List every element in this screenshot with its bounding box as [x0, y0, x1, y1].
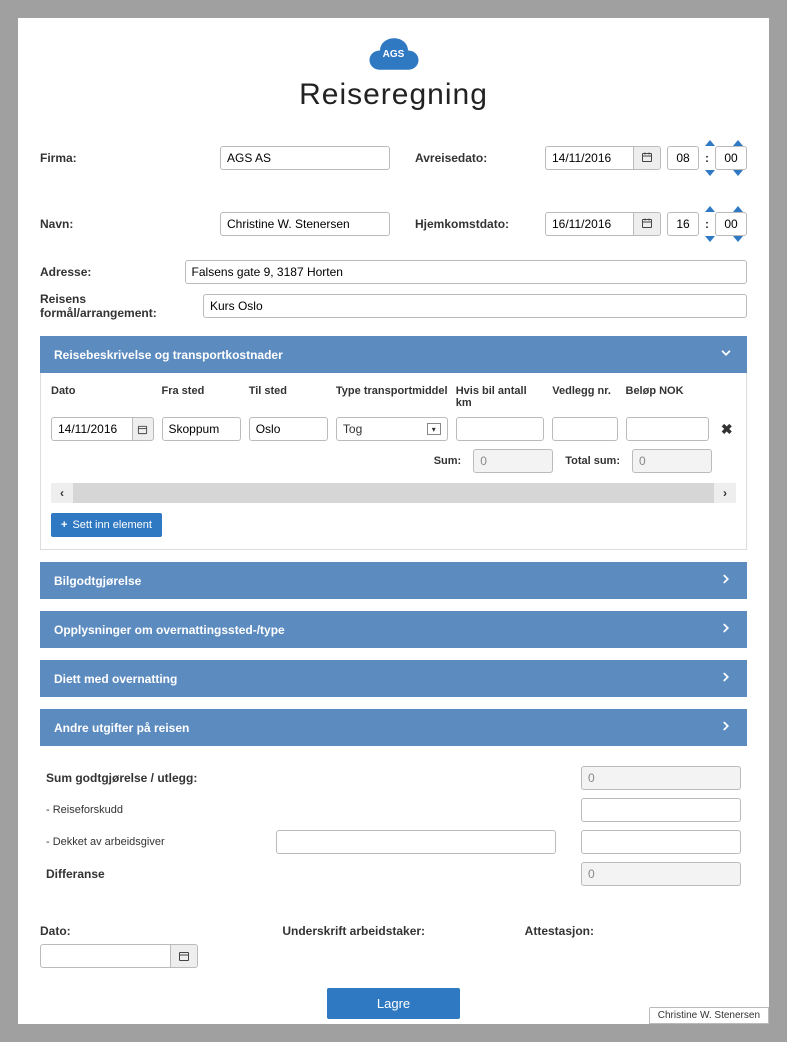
- scroll-track[interactable]: [73, 483, 714, 503]
- sig-attestasjon-label: Attestasjon:: [525, 924, 747, 938]
- label-adresse: Adresse:: [40, 265, 175, 279]
- insert-label: Sett inn element: [72, 519, 152, 531]
- navn-input[interactable]: [220, 212, 390, 236]
- th-vedlegg: Vedlegg nr.: [552, 385, 617, 409]
- section-diett-title: Diett med overnatting: [54, 672, 177, 686]
- section-andre-title: Andre utgifter på reisen: [54, 721, 189, 735]
- summary-dekket-desc-input[interactable]: [276, 830, 556, 854]
- section-overnatting[interactable]: Opplysninger om overnattingssted-/type: [40, 611, 747, 648]
- section-diett[interactable]: Diett med overnatting: [40, 660, 747, 697]
- avreise-mm-input[interactable]: [715, 146, 747, 170]
- user-pill: Christine W. Stenersen: [649, 1007, 769, 1024]
- hjemkomst-datetime: :: [545, 206, 747, 242]
- row-type-value: Tog: [343, 422, 362, 436]
- section-overnatting-title: Opplysninger om overnattingssted-/type: [54, 623, 285, 637]
- scroll-strip: ‹ ›: [51, 483, 736, 503]
- hjemkomst-date-input[interactable]: [545, 212, 633, 236]
- calendar-icon: [641, 217, 653, 232]
- avreise-cal-button[interactable]: [633, 146, 661, 170]
- row-fra-input[interactable]: [162, 417, 241, 441]
- avreise-hh-down[interactable]: [705, 170, 715, 176]
- label-formaal: Reisens formål/arrangement:: [40, 292, 193, 320]
- row-vedlegg-input[interactable]: [552, 417, 617, 441]
- row-cal-button[interactable]: [132, 417, 154, 441]
- row-type-select[interactable]: Tog ▾: [336, 417, 448, 441]
- page-title: Reiseregning: [40, 78, 747, 112]
- summary-reiseforskudd-label: - Reiseforskudd: [46, 804, 266, 816]
- summary-dekket-label: - Dekket av arbeidsgiver: [46, 836, 266, 848]
- chevron-down-icon: [719, 346, 733, 363]
- dropdown-icon: ▾: [427, 423, 441, 435]
- adresse-input[interactable]: [185, 260, 747, 284]
- row-til-input[interactable]: [249, 417, 328, 441]
- chevron-right-icon: [719, 719, 733, 736]
- sum-label: Sum:: [434, 455, 462, 467]
- label-navn: Navn:: [40, 217, 210, 231]
- th-type: Type transportmiddel: [336, 385, 448, 409]
- summary-reiseforskudd-input[interactable]: [581, 798, 741, 822]
- hjemkomst-mm-down[interactable]: [733, 236, 743, 242]
- avreise-mm-down[interactable]: [733, 170, 743, 176]
- hjemkomst-cal-button[interactable]: [633, 212, 661, 236]
- chevron-right-icon: [719, 572, 733, 589]
- summary-diff-input: [581, 862, 741, 886]
- signature-row: Dato: Underskrift arbeidstaker: Attestas…: [40, 924, 747, 968]
- section-bil-title: Bilgodtgjørelse: [54, 574, 141, 588]
- total-input: [632, 449, 712, 473]
- header: AGS Reiseregning: [40, 36, 747, 112]
- row-km-input[interactable]: [456, 417, 545, 441]
- hjemkomst-hh-input[interactable]: [667, 212, 699, 236]
- formaal-input[interactable]: [203, 294, 747, 318]
- row-belop-input[interactable]: [626, 417, 710, 441]
- summary-diff-label: Differanse: [46, 867, 266, 881]
- sig-dato-label: Dato:: [40, 924, 262, 938]
- save-button[interactable]: Lagre: [327, 988, 460, 1019]
- transport-panel: Dato Fra sted Til sted Type transportmid…: [40, 373, 747, 550]
- avreise-hh-input[interactable]: [667, 146, 699, 170]
- avreise-date-input[interactable]: [545, 146, 633, 170]
- sig-cal-button[interactable]: [170, 944, 198, 968]
- logo-cloud: AGS: [366, 36, 422, 72]
- colon: :: [705, 151, 709, 165]
- section-bil[interactable]: Bilgodtgjørelse: [40, 562, 747, 599]
- total-label: Total sum:: [565, 455, 620, 467]
- scroll-left[interactable]: ‹: [51, 483, 73, 503]
- section-andre[interactable]: Andre utgifter på reisen: [40, 709, 747, 746]
- th-km: Hvis bil antall km: [456, 385, 545, 409]
- label-hjemkomst: Hjemkomstdato:: [415, 217, 535, 231]
- calendar-icon: [641, 151, 653, 166]
- row-delete-icon[interactable]: ✖: [721, 421, 733, 437]
- chevron-right-icon: [719, 670, 733, 687]
- th-til: Til sted: [249, 385, 328, 409]
- sig-arbeidstaker-label: Underskrift arbeidstaker:: [282, 924, 504, 938]
- summary-sum-input: [581, 766, 741, 790]
- logo-text: AGS: [383, 49, 405, 60]
- th-fra: Fra sted: [162, 385, 241, 409]
- table-row: Tog ▾ ✖: [51, 417, 736, 441]
- sig-dato-input[interactable]: [40, 944, 170, 968]
- label-avreise: Avreisedato:: [415, 151, 535, 165]
- summary-sum-label: Sum godtgjørelse / utlegg:: [46, 771, 266, 785]
- chevron-right-icon: [719, 621, 733, 638]
- th-belop: Beløp NOK: [626, 385, 710, 409]
- firma-input[interactable]: [220, 146, 390, 170]
- plus-icon: +: [61, 519, 67, 531]
- colon: :: [705, 217, 709, 231]
- hjemkomst-mm-input[interactable]: [715, 212, 747, 236]
- sum-input: [473, 449, 553, 473]
- label-firma: Firma:: [40, 151, 210, 165]
- section-transport[interactable]: Reisebeskrivelse og transportkostnader: [40, 336, 747, 373]
- row-dato-input[interactable]: [51, 417, 132, 441]
- avreise-datetime: :: [545, 140, 747, 176]
- insert-row-button[interactable]: + Sett inn element: [51, 513, 162, 537]
- transport-table-head: Dato Fra sted Til sted Type transportmid…: [51, 385, 736, 409]
- th-dato: Dato: [51, 385, 154, 409]
- summary-dekket-amount-input[interactable]: [581, 830, 741, 854]
- section-transport-title: Reisebeskrivelse og transportkostnader: [54, 348, 283, 362]
- summary-block: Sum godtgjørelse / utlegg: - Reiseforsku…: [40, 756, 747, 904]
- hjemkomst-hh-down[interactable]: [705, 236, 715, 242]
- scroll-right[interactable]: ›: [714, 483, 736, 503]
